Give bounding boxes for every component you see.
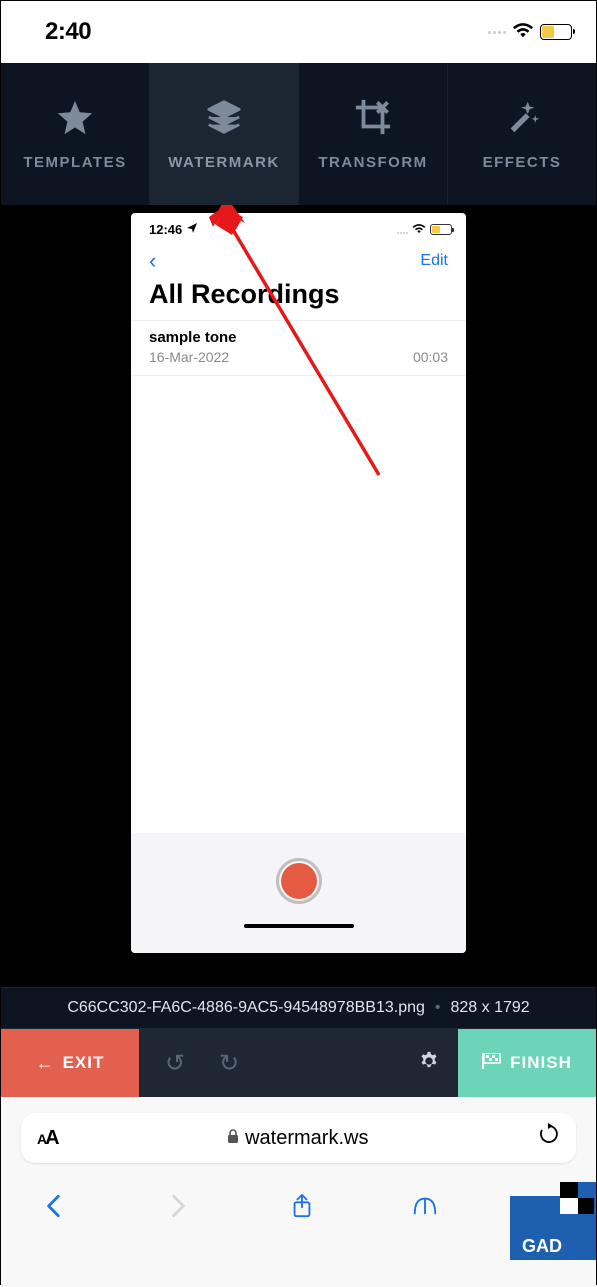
inner-nav-bar: ‹ Edit [131, 245, 466, 277]
file-name: C66CC302-FA6C-4886-9AC5-94548978BB13.png [67, 999, 425, 1017]
safari-browser-chrome: AA watermark.ws [1, 1097, 596, 1287]
separator-dot: • [435, 999, 441, 1017]
inner-time: 12:46 [149, 222, 182, 237]
signal-dots-icon [396, 222, 408, 237]
edit-button[interactable]: Edit [420, 252, 448, 270]
tab-effects-label: EFFECTS [483, 154, 562, 171]
safari-toolbar [1, 1163, 596, 1224]
crop-icon [354, 98, 392, 140]
inner-empty-area [131, 376, 466, 833]
magic-wand-icon [503, 98, 541, 140]
record-controls [131, 833, 466, 953]
bookmarks-button[interactable] [412, 1193, 438, 1224]
share-button[interactable] [289, 1193, 315, 1224]
recording-date: 16-Mar-2022 [149, 349, 229, 365]
inner-status-bar: 12:46 [131, 213, 466, 245]
svg-text:GAD: GAD [522, 1236, 562, 1256]
editor-tabs: TEMPLATES WATERMARK TRANSFORM EFFECTS [1, 63, 596, 205]
exit-label: EXIT [63, 1053, 105, 1073]
wifi-icon [412, 222, 426, 237]
location-arrow-icon [186, 222, 198, 237]
tab-templates-label: TEMPLATES [23, 154, 126, 171]
gear-icon [418, 1050, 440, 1072]
finish-label: FINISH [510, 1053, 572, 1073]
watermark-editor-app: TEMPLATES WATERMARK TRANSFORM EFFECTS [1, 63, 596, 1097]
tab-templates[interactable]: TEMPLATES [1, 63, 149, 205]
recording-duration: 00:03 [413, 349, 448, 365]
tab-watermark[interactable]: WATERMARK [149, 63, 298, 205]
battery-icon [540, 24, 572, 40]
home-indicator [244, 924, 354, 928]
lock-icon [227, 1127, 239, 1150]
record-button[interactable] [276, 858, 322, 904]
layers-icon [205, 98, 243, 140]
arrow-left-icon: ← [36, 1053, 55, 1074]
address-bar[interactable]: AA watermark.ws [21, 1113, 576, 1163]
recording-name: sample tone [149, 329, 448, 346]
record-icon [281, 863, 317, 899]
file-dimensions: 828 x 1792 [451, 999, 530, 1017]
redo-button[interactable]: ↻ [207, 1049, 251, 1078]
reload-button[interactable] [538, 1123, 560, 1154]
exit-button[interactable]: ← EXIT [1, 1029, 139, 1097]
recording-item[interactable]: sample tone 16-Mar-2022 00:03 [131, 321, 466, 376]
nav-back-button[interactable] [41, 1193, 67, 1224]
finish-button[interactable]: FINISH [458, 1029, 596, 1097]
tab-transform[interactable]: TRANSFORM [298, 63, 447, 205]
back-button[interactable]: ‹ [149, 248, 156, 274]
embedded-screenshot: 12:46 ‹ Edit All Recordings [131, 213, 466, 953]
bottom-action-bar: ← EXIT ↺ ↻ FINISH [1, 1029, 596, 1097]
publication-watermark-logo: GAD [510, 1182, 596, 1260]
text-size-button[interactable]: AA [37, 1127, 58, 1150]
editor-canvas[interactable]: 12:46 ‹ Edit All Recordings [1, 205, 596, 987]
star-icon [56, 98, 94, 140]
tab-transform-label: TRANSFORM [318, 154, 427, 171]
flag-icon [482, 1053, 502, 1074]
settings-button[interactable] [418, 1050, 440, 1077]
signal-dots-icon [488, 31, 506, 34]
wifi-icon [512, 21, 534, 44]
page-title: All Recordings [131, 277, 466, 320]
tab-watermark-label: WATERMARK [168, 154, 280, 171]
device-time: 2:40 [45, 18, 91, 46]
nav-forward-button[interactable] [165, 1193, 191, 1224]
url-domain: watermark.ws [245, 1127, 368, 1150]
tab-effects[interactable]: EFFECTS [447, 63, 596, 205]
battery-icon [430, 224, 452, 235]
device-status-icons [488, 21, 572, 44]
undo-button[interactable]: ↺ [153, 1049, 197, 1078]
file-info-bar: C66CC302-FA6C-4886-9AC5-94548978BB13.png… [1, 987, 596, 1029]
device-status-bar: 2:40 [1, 1, 596, 63]
